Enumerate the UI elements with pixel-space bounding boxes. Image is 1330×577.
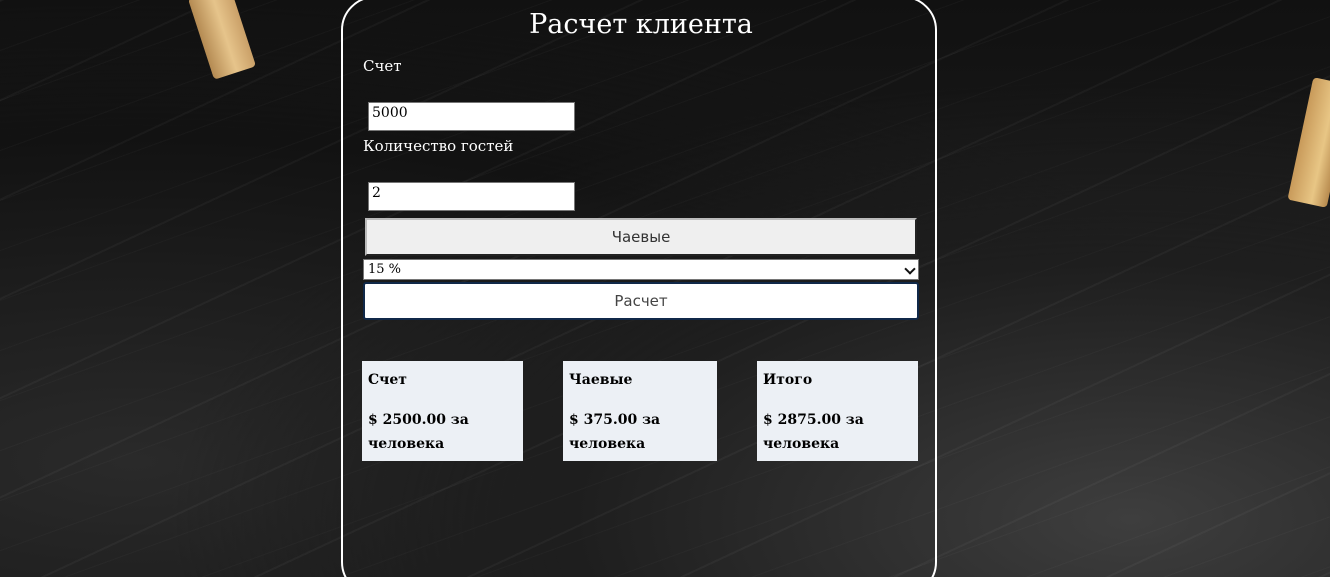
calculate-button[interactable]: Расчет — [363, 282, 919, 320]
result-value: $ 2500.00 за человека — [368, 412, 469, 452]
bill-input[interactable]: 5000 — [368, 102, 575, 131]
tip-select-value: 15 % — [368, 262, 402, 277]
guests-input[interactable]: 2 — [368, 182, 575, 211]
result-box-tip: Чаевые $ 375.00 за человека — [563, 361, 717, 461]
tip-button[interactable]: Чаевые — [365, 218, 917, 256]
result-box-total: Итого $ 2875.00 за человека — [757, 361, 918, 461]
result-value: $ 2875.00 за человека — [763, 412, 864, 452]
bill-label: Счет — [363, 57, 402, 75]
result-title: Счет — [368, 372, 407, 388]
result-title: Итого — [763, 372, 813, 388]
page-title: Расчет клиента — [529, 9, 753, 40]
tip-percent-select[interactable]: 15 % — [363, 259, 919, 280]
result-value: $ 375.00 за человека — [569, 412, 661, 452]
calculator-card: Расчет клиента Счет 5000 Количество гост… — [341, 0, 937, 577]
background-wood-plank — [1287, 77, 1330, 208]
chevron-down-icon — [904, 263, 916, 275]
result-box-bill: Счет $ 2500.00 за человека — [362, 361, 523, 461]
result-title: Чаевые — [569, 372, 633, 388]
guests-label: Количество гостей — [363, 137, 514, 155]
background-wood-plank — [187, 0, 257, 80]
